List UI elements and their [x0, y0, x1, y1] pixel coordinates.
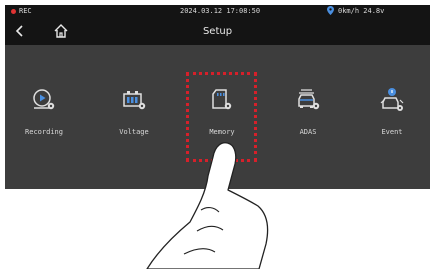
gps-status: 0km/h 24.8v	[327, 6, 384, 15]
rec-label: REC	[19, 7, 32, 15]
menu-item-adas[interactable]: ADAS	[273, 87, 343, 147]
menu-label-voltage: Voltage	[119, 128, 149, 136]
menu-item-recording[interactable]: Recording	[9, 87, 79, 147]
speed-voltage: 0km/h 24.8v	[338, 6, 385, 15]
menu-item-event[interactable]: Event	[357, 87, 427, 147]
record-dot-icon	[11, 8, 16, 14]
datetime: 2024.03.12 17:08:50	[180, 7, 261, 15]
device-screen: REC 2024.03.12 17:08:50 0km/h 24.8v Setu…	[5, 5, 430, 189]
menu-label-recording: Recording	[25, 128, 63, 136]
rec-indicator: REC	[11, 7, 32, 15]
status-bar: REC 2024.03.12 17:08:50 0km/h 24.8v	[5, 5, 430, 18]
menu-label-event: Event	[381, 128, 403, 136]
recording-icon	[33, 89, 55, 110]
event-icon	[380, 88, 404, 111]
menu-item-voltage[interactable]: Voltage	[99, 87, 169, 147]
memory-highlight-box	[186, 72, 257, 162]
menu-label-adas: ADAS	[299, 128, 317, 136]
voltage-icon	[123, 91, 146, 110]
title-bar: Setup	[5, 18, 430, 45]
gps-pin-icon	[327, 6, 334, 15]
page-title: Setup	[202, 26, 233, 37]
adas-icon	[298, 89, 320, 110]
